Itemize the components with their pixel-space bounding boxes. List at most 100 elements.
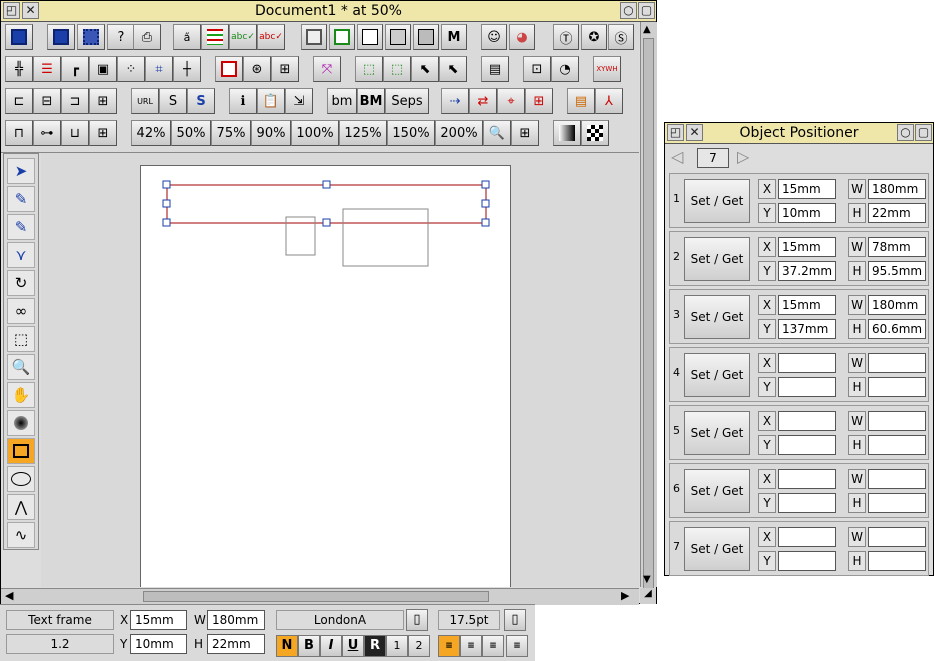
page-number-field[interactable]: 7 xyxy=(697,148,729,168)
x-input[interactable] xyxy=(778,469,836,489)
document-canvas[interactable] xyxy=(41,153,639,587)
positioner-titlebar[interactable]: ◰ ✕ Object Positioner ○ ▢ xyxy=(665,123,933,144)
snap-icon[interactable]: ⌗ xyxy=(145,56,173,82)
w-input[interactable] xyxy=(868,469,926,489)
page[interactable] xyxy=(140,165,511,587)
guides-icon[interactable]: ☰ xyxy=(33,56,61,82)
h-input[interactable] xyxy=(868,493,926,513)
scroll-up-icon[interactable]: ▲ xyxy=(643,24,651,35)
y-input[interactable] xyxy=(778,551,836,571)
resize-icon[interactable]: ⇲ xyxy=(285,88,313,114)
distribute-vertical-icon[interactable]: ⊞ xyxy=(89,120,117,146)
align-right-icon[interactable]: ⊐ xyxy=(61,88,89,114)
master-page-icon[interactable]: M xyxy=(441,24,467,50)
x-input[interactable] xyxy=(778,353,836,373)
checker-icon[interactable] xyxy=(581,120,609,146)
zoom-fit-icon[interactable]: ⊞ xyxy=(511,120,539,146)
align-top-icon[interactable]: ⊓ xyxy=(5,120,33,146)
print-icon[interactable]: ⎙ xyxy=(133,24,161,50)
crosshair-icon[interactable]: ┼ xyxy=(173,56,201,82)
close-icon[interactable]: ✕ xyxy=(686,124,703,141)
x-input[interactable]: 15mm xyxy=(778,237,836,257)
iconise-icon[interactable]: ○ xyxy=(897,124,914,141)
h-input[interactable] xyxy=(868,551,926,571)
help-icon[interactable]: ? xyxy=(107,24,135,50)
scroll-right-icon[interactable]: ▶ xyxy=(621,589,629,602)
y-input[interactable]: 10mm xyxy=(778,203,836,223)
back-icon[interactable]: ◰ xyxy=(667,124,684,141)
grid-icon[interactable]: ╬ xyxy=(5,56,33,82)
align-right-text-icon[interactable]: ≡ xyxy=(482,635,504,657)
order-up-icon[interactable]: ⬉ xyxy=(411,56,439,82)
close-icon[interactable]: ✕ xyxy=(22,2,39,19)
document-titlebar[interactable]: ◰ ✕ Document1 * at 50% ○ ▢ xyxy=(1,1,656,22)
size-menu-icon[interactable]: ▯ xyxy=(504,609,526,631)
h-input[interactable]: 22mm xyxy=(207,634,265,654)
zoom-90-button[interactable]: 90% xyxy=(251,120,291,146)
w-input[interactable]: 180mm xyxy=(868,179,926,199)
window-icon[interactable]: ▤ xyxy=(481,56,509,82)
gradient-icon[interactable] xyxy=(553,120,581,146)
hand-icon[interactable]: ✋ xyxy=(7,382,35,408)
zoom-42-button[interactable]: 42% xyxy=(131,120,171,146)
ellipse-icon[interactable] xyxy=(7,466,35,492)
align-centre-text-icon[interactable]: ≡ xyxy=(460,635,482,657)
frame-border-icon[interactable]: ▣ xyxy=(89,56,117,82)
y-input[interactable] xyxy=(778,377,836,397)
gauge-icon[interactable]: ◔ xyxy=(551,56,579,82)
multipage-icon[interactable]: ⊞ xyxy=(525,88,553,114)
crop-icon[interactable]: ⌖ xyxy=(497,88,525,114)
spell-options-icon[interactable]: a̋ xyxy=(173,24,201,50)
colour-wheel-icon[interactable]: ◕ xyxy=(509,24,535,50)
rectangle-icon[interactable] xyxy=(7,438,35,464)
select-arrow-icon[interactable]: ➤ xyxy=(7,158,35,184)
zoom-200-button[interactable]: 200% xyxy=(435,120,483,146)
book-icon[interactable]: ▤ xyxy=(567,88,595,114)
copy-page-icon[interactable] xyxy=(385,24,411,50)
set-get-button[interactable]: Set / Get xyxy=(684,527,750,571)
info-icon[interactable]: ℹ xyxy=(229,88,257,114)
pencil-alt-icon[interactable]: ✎ xyxy=(7,214,35,240)
link-icon[interactable]: ∞ xyxy=(7,298,35,324)
save-as-icon[interactable] xyxy=(47,24,75,50)
align-left-icon[interactable]: ⊏ xyxy=(5,88,33,114)
text-flow-icon[interactable]: ⊞ xyxy=(271,56,299,82)
y-input[interactable] xyxy=(778,435,836,455)
link-frames-icon[interactable]: ⊛ xyxy=(243,56,271,82)
horizontal-scrollbar[interactable]: ◀ ▶ xyxy=(1,588,639,605)
h-input[interactable] xyxy=(868,435,926,455)
h-input[interactable]: 60.6mm xyxy=(868,319,926,339)
set-get-button[interactable]: Set / Get xyxy=(684,469,750,513)
toggle-size-icon[interactable]: ▢ xyxy=(915,124,932,141)
zoom-75-button[interactable]: 75% xyxy=(211,120,251,146)
align-bottom-icon[interactable]: ⊔ xyxy=(61,120,89,146)
justify-text-icon[interactable]: ≡ xyxy=(506,635,528,657)
y-input[interactable]: 37.2mm xyxy=(778,261,836,281)
toggle-size-icon[interactable]: ▢ xyxy=(638,2,655,19)
style-s-icon[interactable]: Ⓢ xyxy=(608,24,634,50)
style-subscript-button[interactable]: 2 xyxy=(408,635,430,657)
style-superscript-button[interactable]: 1 xyxy=(386,635,408,657)
save-icon[interactable] xyxy=(5,24,33,50)
clipboard-icon[interactable]: 📋 xyxy=(257,88,285,114)
x-input[interactable]: 15mm xyxy=(778,295,836,315)
w-input[interactable] xyxy=(868,527,926,547)
set-get-button[interactable]: Set / Get xyxy=(684,295,750,339)
back-icon[interactable]: ◰ xyxy=(3,2,20,19)
page-prev-icon[interactable]: ◁ xyxy=(671,147,683,166)
zoom-magnify-icon[interactable]: 🔍 xyxy=(483,120,511,146)
exchange-icon[interactable]: ⇄ xyxy=(469,88,497,114)
horizontal-scroll-thumb[interactable] xyxy=(143,591,489,602)
set-get-button[interactable]: Set / Get xyxy=(684,411,750,455)
order-back-icon[interactable]: ⬚ xyxy=(383,56,411,82)
seps-button[interactable]: Seps xyxy=(385,88,429,114)
pencil-icon[interactable]: ✎ xyxy=(7,186,35,212)
spellcheck-red-icon[interactable]: abc✓ xyxy=(257,24,285,50)
align-centre-icon[interactable]: ⊟ xyxy=(33,88,61,114)
page-next-icon[interactable]: ▷ xyxy=(737,147,749,166)
x-input[interactable] xyxy=(778,527,836,547)
rulers-icon[interactable]: ┏ xyxy=(61,56,89,82)
style-normal-button[interactable]: N xyxy=(276,635,298,657)
iconise-icon[interactable]: ○ xyxy=(620,2,637,19)
font-menu-icon[interactable]: ▯ xyxy=(406,609,428,631)
